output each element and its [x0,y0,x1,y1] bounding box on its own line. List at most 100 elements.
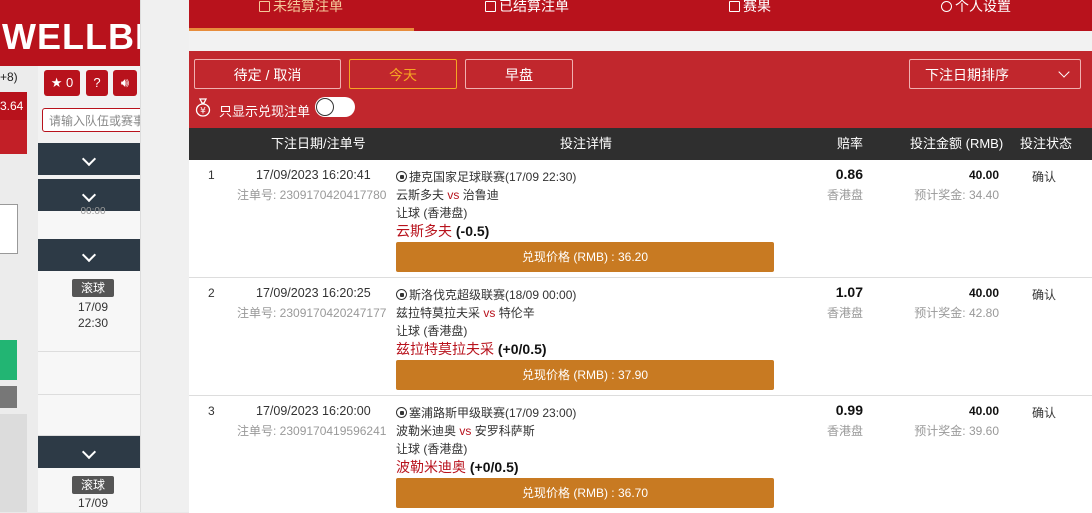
sound-button[interactable]: 🔊︎ [113,70,137,96]
selection-team: 兹拉特莫拉夫采 [396,341,494,357]
ticket-number: 注单号: 2309170419596241 [237,424,387,438]
selection-team: 波勒米迪奥 [396,459,466,475]
pending-cancel-button[interactable]: 待定 / 取消 [194,59,341,89]
vs-label: vs [447,188,460,202]
row-index: 1 [208,168,215,182]
tab-unsettled[interactable]: 未结算注单 [259,0,343,31]
expected-payout: 预计奖金: 42.80 [914,306,999,320]
odds-value: 0.99 [835,402,863,418]
vs-label: vs [459,424,472,438]
odds-partial-red-2[interactable] [0,120,27,154]
away-team: 特伦辛 [498,306,535,320]
spacer [189,31,1092,51]
cashout-button[interactable]: 兑现价格 (RMB) : 36.70 [396,478,774,508]
stake-amount: 40.00 [968,168,999,182]
partial-green-button[interactable] [0,340,17,380]
header-status: 投注状态 [1020,136,1073,151]
match-time: 22:30 [77,316,109,330]
stake-amount: 40.00 [968,286,999,300]
odds-type: 香港盘 [826,188,863,202]
partial-input-box[interactable] [0,204,18,254]
header-stake: 投注金额 (RMB) [910,136,1004,151]
gear-icon [941,1,952,12]
away-team: 治鲁迪 [462,188,499,202]
favorites-button[interactable]: ★ 0 [44,70,80,96]
bet-panel: 未结算注单 已结算注单 赛果 个人设置 待定 / 取消 今天 早盘 下注日期排序… [189,0,1092,513]
toggle-knob [316,98,334,116]
cashout-button[interactable]: 兑现价格 (RMB) : 37.90 [396,360,774,390]
cashout-only-label: 只显示兑现注单 [219,104,311,119]
match-cell[interactable] [38,352,140,395]
tab-settled[interactable]: 已结算注单 [485,0,569,31]
scoreboard-icon [729,1,740,12]
chevron-down-icon [81,444,97,460]
odds-type: 香港盘 [826,306,863,320]
selection-line: (+0/0.5) [497,341,547,357]
league-name: 塞浦路斯甲级联赛(17/09 23:00) [396,404,576,421]
tab-settings[interactable]: 个人设置 [941,0,1011,31]
logo-bar: WELLBE [0,0,140,66]
chevron-down-icon [81,247,97,263]
help-icon: ? [93,75,101,90]
expected-payout: 预计奖金: 34.40 [914,188,999,202]
expected-payout: 预计奖金: 39.60 [914,424,999,438]
selection-line: (-0.5) [455,223,490,239]
background-app: WELLBE +8) 3.64 ★ 0 ? 🔊︎ 请输入队伍或赛事 00:00 … [0,0,140,512]
today-button[interactable]: 今天 [349,59,457,89]
star-icon: ★ [50,75,63,90]
odds-value: 0.86 [835,166,863,182]
home-team: 云斯多夫 [396,188,445,202]
league-name: 捷克国家足球联赛(17/09 22:30) [396,168,576,185]
bet-selection: 兹拉特莫拉夫采 (+0/0.5) [396,339,547,359]
league-text: 斯洛伐克超级联赛(18/09 00:00) [409,288,577,302]
collapse-bar[interactable] [38,143,140,175]
cashout-button[interactable]: 兑现价格 (RMB) : 36.20 [396,242,774,272]
soccer-ball-icon [396,289,407,300]
cashout-only-toggle[interactable] [315,97,355,117]
money-bag-icon: ¥ [195,98,211,117]
soccer-ball-icon [396,171,407,182]
svg-text:¥: ¥ [200,107,206,117]
collapse-bar[interactable] [38,239,140,271]
tab-bar: 未结算注单 已结算注单 赛果 个人设置 [189,0,1092,31]
table-row: 1 17/09/2023 16:20:41 注单号: 2309170420417… [189,160,1092,278]
league-text: 塞浦路斯甲级联赛(17/09 23:00) [409,406,577,420]
early-market-button[interactable]: 早盘 [465,59,573,89]
partial-grey-button[interactable] [0,386,17,408]
odds-partial-top: +8) [0,70,18,84]
row-index: 3 [208,404,215,418]
tab-label: 未结算注单 [273,0,343,14]
selection-line: (+0/0.5) [469,459,519,475]
bet-selection: 波勒米迪奥 (+0/0.5) [396,457,519,477]
bet-status: 确认 [1032,288,1057,302]
tab-results[interactable]: 赛果 [729,0,771,31]
sort-dropdown[interactable]: 下注日期排序 [909,59,1081,89]
away-team: 安罗科萨斯 [474,424,535,438]
help-button[interactable]: ? [86,70,108,96]
league-text: 捷克国家足球联赛(17/09 22:30) [409,170,577,184]
bet-status: 确认 [1032,170,1057,184]
bet-date: 17/09/2023 16:20:25 [256,286,371,300]
collapse-bar[interactable] [38,436,140,468]
tab-label: 已结算注单 [499,0,569,14]
match-teams: 波勒米迪奥 vs 安罗科萨斯 [396,422,535,439]
ticket-number: 注单号: 2309170420417780 [237,188,387,202]
table-row: 2 17/09/2023 16:20:25 注单号: 2309170420247… [189,278,1092,396]
odds-value: 1.07 [835,284,863,300]
match-date: 17/09 [77,300,109,314]
row-index: 2 [208,286,215,300]
table-header: 下注日期/注单号 投注详情 赔率 投注金额 (RMB) 投注状态 [189,128,1092,160]
filter-area: 待定 / 取消 今天 早盘 下注日期排序 ¥ 只显示兑现注单 [189,51,1092,128]
home-team: 兹拉特莫拉夫采 [396,306,481,320]
bet-status: 确认 [1032,406,1057,420]
tab-label: 个人设置 [955,0,1011,14]
team-search-input[interactable]: 请输入队伍或赛事 [42,108,140,132]
match-cell[interactable] [38,395,140,436]
bet-selection: 云斯多夫 (-0.5) [396,221,489,241]
chevron-down-icon [1058,66,1070,78]
odds-partial-red[interactable]: 3.64 [0,92,27,120]
league-name: 斯洛伐克超级联赛(18/09 00:00) [396,286,576,303]
edit-icon [259,1,270,12]
favorites-count: 0 [66,75,74,90]
match-teams: 云斯多夫 vs 治鲁迪 [396,186,499,203]
